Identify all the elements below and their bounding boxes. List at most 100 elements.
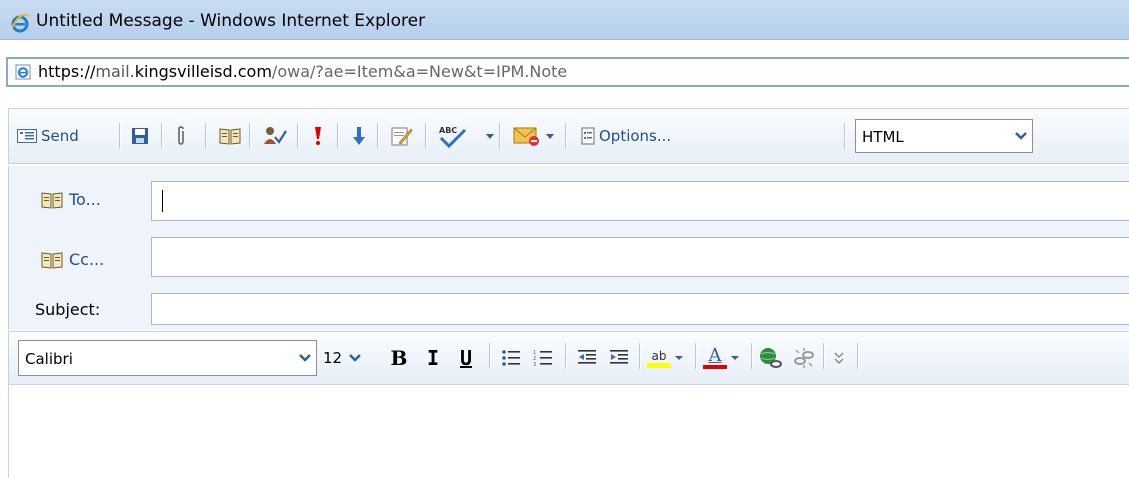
decrease-indent-icon [578,350,596,364]
toolbar-separator [857,343,859,369]
chevron-down-icon [486,134,494,139]
toolbar-separator [377,123,379,149]
chevron-down-icon[interactable] [294,341,316,375]
broken-link-icon [794,348,814,368]
toolbar-separator [844,123,846,149]
options-button[interactable]: Options... [581,122,671,150]
font-name-select[interactable]: Calibri [18,340,317,376]
options-document-icon [581,127,595,145]
toolbar-separator [823,343,825,369]
chevron-down-icon[interactable] [1010,120,1032,152]
url-text: https://mail.kingsvilleisd.com/owa/?ae=I… [38,62,567,81]
underline-label: U [459,346,473,370]
cc-label: Cc... [69,250,105,269]
bullets-button[interactable] [499,344,523,372]
signature-icon [391,127,413,146]
font-size-select[interactable]: 12 [320,340,364,376]
window-title: Untitled Message - Windows Internet Expl… [36,11,426,31]
font-name-value: Calibri [25,350,73,368]
font-size-value: 12 [323,349,343,367]
message-format-select[interactable]: HTML [855,119,1033,153]
font-color-swatch [703,365,727,369]
highlight-color-swatch [647,362,671,368]
numbered-list-icon: 1 2 3 [533,350,552,367]
toolbar-separator [337,123,339,149]
url-host-domain: kingsvilleisd.com [134,62,272,81]
toolbar-separator [751,343,753,369]
attach-file-button[interactable] [175,122,187,150]
check-names-button[interactable] [263,122,287,150]
address-book-button[interactable] [219,122,241,150]
toolbar-separator [695,343,697,369]
message-options-flag-button[interactable] [513,122,555,150]
send-button[interactable]: Send [17,122,79,150]
message-toolbar: Send ABC Options... HTML [8,108,1129,164]
address-bar: https://mail.kingsvilleisd.com/owa/?ae=I… [0,40,1129,94]
subject-label: Subject: [35,300,101,319]
insert-hyperlink-button[interactable] [757,344,783,372]
remove-hyperlink-button[interactable] [791,344,817,372]
to-button[interactable]: To... [41,190,101,209]
save-icon [132,128,148,144]
cc-button[interactable]: Cc... [41,250,104,269]
paperclip-icon [178,126,184,145]
message-format-value: HTML [862,128,904,146]
toolbar-separator [639,343,641,369]
svg-text:3: 3 [533,362,536,367]
check-names-icon [264,127,287,144]
subject-field[interactable] [151,293,1129,325]
spell-check-icon: ABC [439,126,467,148]
url-field[interactable]: https://mail.kingsvilleisd.com/owa/?ae=I… [6,57,1129,87]
chevron-down-icon [731,356,739,360]
chevron-down-icon[interactable] [346,340,364,376]
double-chevron-down-icon [834,352,844,365]
hyperlink-globe-icon [760,348,782,368]
more-formatting-button[interactable] [829,344,849,372]
decrease-indent-button[interactable] [575,344,599,372]
toolbar-separator [161,123,163,149]
address-book-icon [219,128,241,145]
spelling-button[interactable]: ABC [437,122,495,150]
to-field[interactable] [151,181,1129,221]
save-button[interactable] [131,122,149,150]
svg-text:ABC: ABC [439,126,457,135]
window-title-bar[interactable]: Untitled Message - Windows Internet Expl… [0,0,1129,40]
internet-explorer-logo-icon [11,13,30,33]
toolbar-separator [249,123,251,149]
highlight-label: ab [651,348,667,363]
address-book-icon [41,251,63,269]
toolbar-separator [205,123,207,149]
font-color-label: A [708,345,722,366]
bulleted-list-icon [502,350,520,366]
to-label: To... [69,190,101,209]
toolbar-separator [565,123,567,149]
toolbar-separator [499,123,501,149]
importance-high-button[interactable] [314,122,322,150]
envelope-alert-icon [513,127,539,146]
font-color-icon: A [703,347,727,369]
toolbar-separator [425,123,427,149]
toolbar-separator [489,343,491,369]
importance-low-button[interactable] [353,122,365,150]
message-body-editor[interactable] [8,385,1129,478]
url-host-prefix: mail. [95,62,135,81]
cc-field[interactable] [151,237,1129,277]
message-header-area: To... Cc... Subject: [8,166,1129,330]
highlight-button[interactable]: ab [647,344,689,372]
send-label: Send [41,127,79,145]
insert-signature-button[interactable] [391,122,413,150]
formatting-toolbar: Calibri 12 B I U 1 2 3 ab A [8,331,1129,385]
exclamation-icon [315,127,321,145]
address-book-icon [41,191,63,209]
font-color-button[interactable]: A [703,344,745,372]
increase-indent-button[interactable] [607,344,631,372]
underline-button[interactable]: U [456,344,476,372]
toolbar-separator [119,123,121,149]
italic-button[interactable]: I [423,344,443,372]
bold-button[interactable]: B [389,344,409,372]
chevron-down-icon [546,134,554,139]
numbering-button[interactable]: 1 2 3 [531,344,555,372]
chevron-down-icon [675,356,683,360]
toolbar-separator [565,343,567,369]
italic-label: I [426,346,440,370]
